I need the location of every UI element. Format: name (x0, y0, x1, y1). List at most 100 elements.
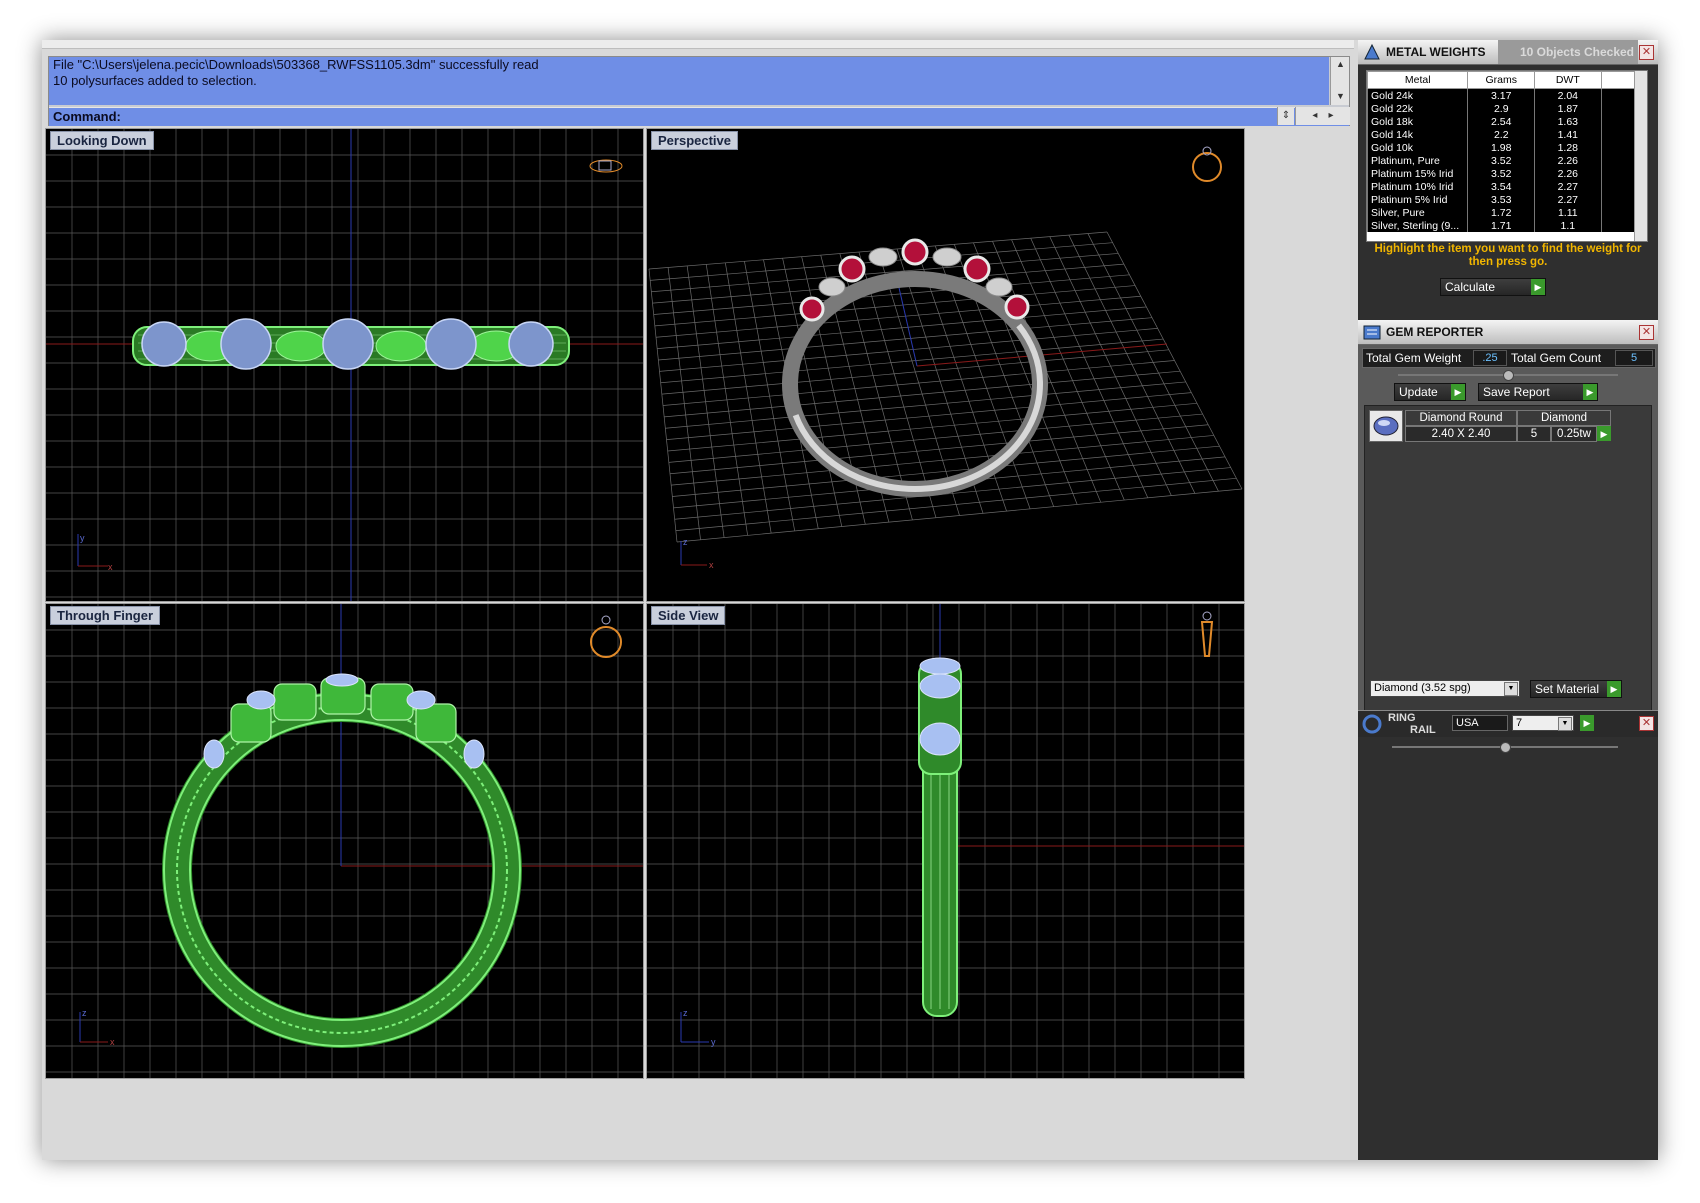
close-icon[interactable]: ✕ (1639, 45, 1654, 60)
metal-cell: Platinum 5% Irid (1367, 193, 1468, 206)
metal-weights-table[interactable]: Metal Grams DWT Gold 24k 3.17 2.04 Gold 22k… (1366, 70, 1648, 242)
table-row[interactable]: Gold 10k 1.98 1.28 (1367, 141, 1647, 154)
history-scrollbar[interactable]: ▲ ▼ (1330, 57, 1349, 105)
gem-list[interactable]: Diamond Round Diamond 2.40 X 2.40 5 0.25… (1364, 405, 1652, 727)
dwt-cell: 2.04 (1534, 88, 1602, 102)
looking-down-canvas: y x (46, 129, 643, 601)
save-report-button[interactable]: Save Report ▶ (1478, 383, 1598, 401)
table-row[interactable]: Gold 22k 2.9 1.87 (1367, 102, 1647, 115)
instruction-text: Highlight the item you want to find the … (1374, 243, 1642, 268)
axis-indicator: z x (79, 1008, 115, 1047)
table-row[interactable]: Platinum 10% Irid 3.54 2.27 (1367, 180, 1647, 193)
through-finger-canvas: z x (46, 604, 643, 1078)
go-arrow-icon[interactable]: ▶ (1597, 426, 1611, 441)
dwt-cell: 1.28 (1534, 141, 1602, 154)
axis-x-label: x (709, 560, 714, 570)
ring-band-side-view (918, 657, 962, 1017)
axis-y-label: y (711, 1037, 716, 1047)
axis-x-label: x (110, 1037, 115, 1047)
gem-count: 5 (1517, 426, 1551, 442)
table-header: Metal Grams DWT (1367, 71, 1647, 89)
grams-cell: 3.52 (1467, 154, 1535, 167)
table-scrollbar[interactable] (1634, 71, 1647, 241)
viewport-title[interactable]: Side View (651, 606, 726, 625)
viewport-perspective[interactable]: z x Perspective (646, 128, 1245, 602)
calculate-label: Calculate (1445, 280, 1496, 294)
history-line-2: 10 polysurfaces added to selection. (53, 73, 257, 88)
close-icon[interactable]: ✕ (1639, 325, 1654, 340)
gem-reporter-icon (1363, 325, 1381, 340)
close-icon[interactable]: ✕ (1639, 716, 1654, 731)
table-row[interactable]: Gold 18k 2.54 1.63 (1367, 115, 1647, 128)
dwt-cell: 1.87 (1534, 102, 1602, 115)
metal-cell: Gold 18k (1367, 115, 1468, 128)
update-label: Update (1399, 385, 1438, 399)
go-arrow-icon[interactable]: ▶ (1531, 279, 1545, 295)
command-nav-arrows[interactable]: ◂ ▸ (1295, 107, 1350, 125)
go-arrow-icon[interactable]: ▶ (1607, 681, 1621, 697)
viewport-title[interactable]: Through Finger (50, 606, 161, 625)
scroll-up-icon[interactable]: ▲ (1336, 59, 1345, 69)
metal-weights-header[interactable]: METAL WEIGHTS 10 Objects Checked ✕ (1358, 40, 1658, 65)
column-header[interactable]: Grams (1467, 71, 1536, 89)
axis-x-label: x (108, 562, 113, 572)
go-arrow-icon[interactable]: ▶ (1583, 384, 1597, 400)
dwt-cell: 1.1 (1534, 219, 1602, 232)
viewport-through-finger[interactable]: z x Through Finger (45, 603, 644, 1079)
update-button[interactable]: Update ▶ (1394, 383, 1466, 401)
ring-rail-icon (1362, 714, 1382, 734)
total-gem-count-value: 5 (1615, 350, 1653, 366)
viewport-title[interactable]: Perspective (651, 131, 738, 150)
material-select-value: Diamond (3.52 spg) (1374, 682, 1471, 694)
total-gem-weight-label: Total Gem Weight (1366, 351, 1462, 365)
viewport-looking-down[interactable]: y x Looking Down (45, 128, 644, 602)
calculate-select[interactable]: Calculate ▶ (1440, 278, 1546, 296)
set-material-button[interactable]: Set Material ▶ (1530, 680, 1622, 698)
table-row[interactable]: Gold 24k 3.17 2.04 (1367, 88, 1647, 102)
ring-size-select[interactable]: 7 ▼ (1512, 715, 1574, 731)
axis-y-label: y (80, 533, 85, 543)
metal-weights-icon (1364, 43, 1380, 60)
ring-orientation-icon (1192, 146, 1222, 182)
dwt-cell: 1.11 (1534, 206, 1602, 219)
ring-size-value: 7 (1516, 717, 1523, 729)
metal-cell: Platinum 10% Irid (1367, 180, 1468, 193)
go-arrow-icon[interactable]: ▶ (1451, 384, 1465, 400)
grams-cell: 2.2 (1467, 128, 1535, 141)
ring-rail-header[interactable]: RING RAIL USA 7 ▼ ▶ ✕ (1358, 710, 1658, 737)
material-select[interactable]: Diamond (3.52 spg) ▼ (1370, 680, 1520, 697)
grams-cell: 2.54 (1467, 115, 1535, 128)
command-spinner[interactable]: ⇕ (1277, 107, 1294, 125)
chevron-down-icon[interactable]: ▼ (1504, 682, 1518, 696)
dwt-cell: 2.27 (1534, 193, 1602, 206)
go-arrow-icon[interactable]: ▶ (1580, 715, 1594, 731)
ring-orientation-icon (589, 159, 623, 173)
command-line[interactable]: Command: (49, 107, 1349, 126)
table-row[interactable]: Platinum, Pure 3.52 2.26 (1367, 154, 1647, 167)
table-row[interactable]: Platinum 5% Irid 3.53 2.27 (1367, 193, 1647, 206)
table-row[interactable]: Silver, Sterling (9... 1.71 1.1 (1367, 219, 1647, 232)
metal-weights-title: METAL WEIGHTS (1386, 45, 1486, 59)
column-header[interactable]: Metal (1367, 71, 1469, 89)
table-row[interactable]: Platinum 15% Irid 3.52 2.26 (1367, 167, 1647, 180)
scroll-down-icon[interactable]: ▼ (1336, 91, 1345, 101)
grams-cell: 1.72 (1467, 206, 1535, 219)
grams-cell: 3.54 (1467, 180, 1535, 193)
viewport-title[interactable]: Looking Down (50, 131, 154, 150)
ring-rail-slider-handle[interactable] (1500, 742, 1511, 753)
viewport-side-view[interactable]: z y Side View (646, 603, 1245, 1079)
menu-bar[interactable] (42, 40, 1354, 49)
command-history: File "C:\Users\jelena.pecic\Downloads\50… (49, 57, 1329, 105)
gem-slider-handle[interactable] (1503, 370, 1514, 381)
table-row[interactable]: Gold 14k 2.2 1.41 (1367, 128, 1647, 141)
set-material-label: Set Material (1535, 682, 1600, 696)
chevron-down-icon[interactable]: ▼ (1558, 717, 1572, 731)
country-select[interactable]: USA (1452, 715, 1508, 731)
table-row[interactable]: Silver, Pure 1.72 1.11 (1367, 206, 1647, 219)
gem-size: 2.40 X 2.40 (1405, 426, 1517, 442)
gem-thumbnail[interactable] (1369, 410, 1403, 442)
gem-reporter-header[interactable]: GEM REPORTER ✕ (1358, 320, 1658, 345)
column-header[interactable]: DWT (1534, 71, 1602, 89)
total-gem-count-label: Total Gem Count (1511, 351, 1602, 365)
ring-band-front-view (162, 673, 522, 1048)
